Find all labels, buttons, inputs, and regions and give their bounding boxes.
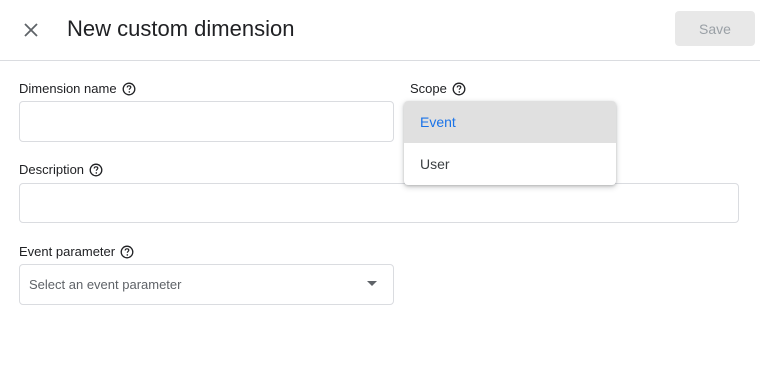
dimension-name-label-row: Dimension name <box>19 81 136 97</box>
event-parameter-select[interactable]: Select an event parameter <box>19 264 394 305</box>
dialog-header: New custom dimension Save <box>0 0 760 61</box>
custom-dimension-dialog: New custom dimension Save Dimension name… <box>0 0 760 380</box>
scope-dropdown-menu: Event User <box>404 101 616 185</box>
close-button[interactable] <box>19 18 43 42</box>
help-icon[interactable] <box>120 245 134 259</box>
help-icon[interactable] <box>452 82 466 96</box>
page-title: New custom dimension <box>67 16 295 41</box>
event-parameter-label-row: Event parameter <box>19 244 134 260</box>
event-parameter-placeholder: Select an event parameter <box>29 277 182 292</box>
scope-option-event[interactable]: Event <box>404 101 616 143</box>
scope-label-row: Scope <box>410 81 466 97</box>
close-icon <box>24 23 38 37</box>
help-icon[interactable] <box>122 82 136 96</box>
dropdown-arrow-icon <box>367 281 377 286</box>
scope-label: Scope <box>410 81 447 96</box>
event-parameter-label: Event parameter <box>19 244 116 259</box>
dimension-name-input[interactable] <box>19 101 394 142</box>
help-icon[interactable] <box>89 163 103 177</box>
description-input[interactable] <box>19 183 739 223</box>
description-label: Description <box>19 162 85 177</box>
description-label-row: Description <box>19 162 103 178</box>
save-button[interactable]: Save <box>675 11 755 46</box>
dimension-name-label: Dimension name <box>19 81 117 96</box>
scope-option-user[interactable]: User <box>404 143 616 185</box>
